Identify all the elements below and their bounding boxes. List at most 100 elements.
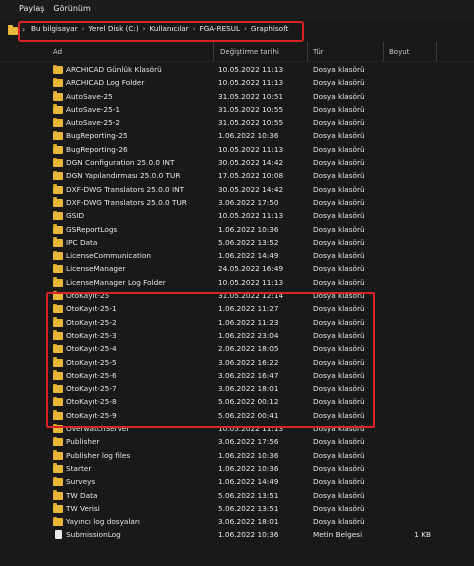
file-row[interactable]: TW Verisi 5.06.2022 13:51 Dosya klasörü: [0, 502, 474, 515]
file-row[interactable]: GSID 10.05.2022 11:13 Dosya klasörü: [0, 209, 474, 222]
file-row[interactable]: Publisher 3.06.2022 17:56 Dosya klasörü: [0, 435, 474, 448]
file-row[interactable]: OtoKayıt-25-1 1.06.2022 11:27 Dosya klasör…: [0, 302, 474, 315]
file-row[interactable]: SubmissionLog 1.06.2022 10:36 Metin Belges…: [0, 528, 474, 541]
file-name: OtoKayıt-25-6: [66, 370, 117, 380]
file-date: 10.05.2022 11:13: [218, 211, 284, 221]
file-row[interactable]: OtoKayıt-25-9 5.06.2022 00:41 Dosya klasör…: [0, 409, 474, 422]
file-row[interactable]: LicenseManager Log Folder 10.05.2022 11:1…: [0, 276, 474, 289]
folder-icon: [53, 410, 63, 420]
file-row[interactable]: AutoSave-25-1 31.05.2022 10:55 Dosya klasö…: [0, 103, 474, 116]
file-row[interactable]: OtoKayıt-25-2 1.06.2022 11:23 Dosya klasör…: [0, 316, 474, 329]
file-date: 10.05.2022 11:13: [218, 65, 284, 74]
file-row[interactable]: AutoSave-25-2 31.05.2022 10:55 Dosya klasö…: [0, 116, 474, 129]
chevron-right-icon[interactable]: ›: [22, 25, 25, 34]
file-date: 5.06.2022 00:41: [218, 410, 279, 420]
file-row[interactable]: LicenseCommunication 1.06.2022 14:49 Dosya…: [0, 249, 474, 262]
file-row[interactable]: DGN Configuration 25.0.0 INT 30.05.2022 1…: [0, 156, 474, 169]
file-type: Dosya klasörü: [313, 330, 365, 340]
column-date[interactable]: Değiştirme tarihi: [220, 48, 279, 56]
file-date: 30.05.2022 14:42: [218, 184, 284, 194]
file-type: Dosya klasörü: [313, 490, 365, 500]
file-row[interactable]: DXF-DWG Translators 25.0.0 TUR 3.06.2022 …: [0, 196, 474, 209]
file-date: 24.05.2022 16:49: [218, 264, 284, 274]
folder-icon: [53, 450, 63, 460]
folder-icon: [53, 197, 63, 207]
file-row[interactable]: OtoKayıt-25-8 5.06.2022 00:12 Dosya klasör…: [0, 395, 474, 408]
file-row[interactable]: OtoKayıt-25-6 3.06.2022 16:47 Dosya klasör…: [0, 369, 474, 382]
file-date: 1.06.2022 14:49: [218, 477, 279, 487]
chevron-right-icon[interactable]: ›: [143, 24, 146, 33]
file-row[interactable]: TW Data 5.06.2022 13:51 Dosya klasörü: [0, 489, 474, 502]
breadcrumb: Bu bilgisayar › Yerel Disk (C:) › Kullan…: [31, 24, 288, 33]
column-divider[interactable]: [383, 42, 384, 62]
column-type[interactable]: Tür: [313, 48, 324, 56]
folder-icon: [53, 436, 63, 447]
file-row[interactable]: IPC Data 5.06.2022 13:52 Dosya klasörü: [0, 236, 474, 249]
file-type: Dosya klasörü: [313, 477, 365, 487]
file-type: Dosya klasörü: [313, 91, 365, 101]
file-date: 10.05.2022 11:13: [218, 78, 284, 88]
file-date: 5.06.2022 13:51: [218, 490, 279, 500]
folder-icon: [53, 290, 63, 301]
file-type: Dosya klasörü: [313, 104, 365, 114]
column-size[interactable]: Boyut: [389, 48, 409, 56]
breadcrumb-this-pc[interactable]: Bu bilgisayar: [31, 24, 78, 33]
file-row[interactable]: ARCHICAD Log Folder 10.05.2022 11:13 Dosya…: [0, 76, 474, 89]
chevron-right-icon[interactable]: ›: [82, 24, 85, 33]
file-row[interactable]: OtoKayıt-25-5 3.06.2022 16:22 Dosya klasör…: [0, 356, 474, 369]
folder-icon: [53, 263, 63, 274]
file-row[interactable]: DGN Yapılandırması 25.0.0 TUR 17.05.2022 …: [0, 169, 474, 182]
file-row[interactable]: AutoSave-25 31.05.2022 10:51 Dosya klasörü: [0, 90, 474, 103]
file-date: 5.06.2022 13:51: [218, 503, 279, 513]
file-date: 1.06.2022 10:36: [218, 463, 279, 473]
file-row[interactable]: OtoKayıt-25 31.05.2022 12:14 Dosya klasörü: [0, 289, 474, 302]
file-row[interactable]: BugReporting-25 1.06.2022 10:36 Dosya klas…: [0, 129, 474, 142]
file-row[interactable]: LicenseManager 24.05.2022 16:49 Dosya klas…: [0, 262, 474, 275]
file-name: LicenseManager: [66, 264, 126, 274]
column-divider[interactable]: [436, 42, 437, 62]
folder-icon: [8, 25, 18, 35]
file-row[interactable]: ARCHICAD Günlük Klasörü 10.05.2022 11:13 D…: [0, 63, 474, 76]
file-name: OtoKayıt-25-2: [66, 317, 117, 327]
file-name: OtoKayıt-25-7: [66, 384, 117, 394]
file-date: 1.06.2022 14:49: [218, 251, 279, 261]
breadcrumb-users[interactable]: Kullanıcılar: [150, 24, 189, 33]
folder-icon: [53, 383, 63, 394]
breadcrumb-graphisoft[interactable]: Graphisoft: [251, 24, 288, 33]
header-separator: [0, 61, 474, 62]
file-name: OtoKayıt-25-9: [66, 410, 117, 420]
file-row[interactable]: Yayıncı log dosyaları 3.06.2022 18:01 Dosy…: [0, 515, 474, 528]
file-row[interactable]: BugReporting-26 10.05.2022 11:13 Dosya kla…: [0, 143, 474, 156]
column-divider[interactable]: [213, 42, 214, 62]
file-date: 3.06.2022 18:01: [218, 517, 279, 527]
file-row[interactable]: Publisher log files 1.06.2022 10:36 Dosya …: [0, 449, 474, 462]
file-row[interactable]: Surveys 1.06.2022 14:49 Dosya klasörü: [0, 475, 474, 488]
file-row[interactable]: OverwatchServer 10.05.2022 11:13 Dosya kla…: [0, 422, 474, 435]
file-row[interactable]: DXF-DWG Translators 25.0.0 INT 30.05.2022…: [0, 183, 474, 196]
file-row[interactable]: OtoKayıt-25-3 1.06.2022 23:04 Dosya klasör…: [0, 329, 474, 342]
file-row[interactable]: OtoKayıt-25-4 2.06.2022 18:05 Dosya klasör…: [0, 342, 474, 355]
file-type: Dosya klasörü: [313, 437, 365, 447]
column-divider[interactable]: [307, 42, 308, 62]
file-type: Dosya klasörü: [313, 131, 365, 141]
chevron-right-icon[interactable]: ›: [244, 24, 247, 33]
column-name[interactable]: Ad: [53, 48, 62, 56]
file-date: 5.06.2022 00:12: [218, 397, 279, 407]
address-bar[interactable]: › Bu bilgisayar › Yerel Disk (C:) › Kull…: [0, 19, 474, 46]
folder-icon: [53, 77, 63, 88]
menu-view[interactable]: Görünüm: [53, 0, 99, 18]
file-row[interactable]: GSReportLogs 1.06.2022 10:36 Dosya klasörü: [0, 223, 474, 236]
file-name: AutoSave-25: [66, 91, 113, 101]
folder-icon: [53, 357, 63, 367]
folder-icon: [53, 170, 63, 181]
chevron-right-icon[interactable]: ›: [193, 24, 196, 33]
folder-icon: [53, 503, 63, 513]
file-type: Dosya klasörü: [313, 171, 365, 181]
file-row[interactable]: Starter 1.06.2022 10:36 Dosya klasörü: [0, 462, 474, 475]
menu-share[interactable]: Paylaş: [0, 0, 53, 18]
breadcrumb-local-disk[interactable]: Yerel Disk (C:): [89, 24, 139, 33]
file-name: OtoKayıt-25-4: [66, 344, 117, 354]
breadcrumb-user[interactable]: FGA-RESUL: [200, 24, 240, 33]
menu-bar: Paylaş Görünüm: [0, 0, 474, 18]
file-row[interactable]: OtoKayıt-25-7 3.06.2022 18:01 Dosya klasör…: [0, 382, 474, 395]
